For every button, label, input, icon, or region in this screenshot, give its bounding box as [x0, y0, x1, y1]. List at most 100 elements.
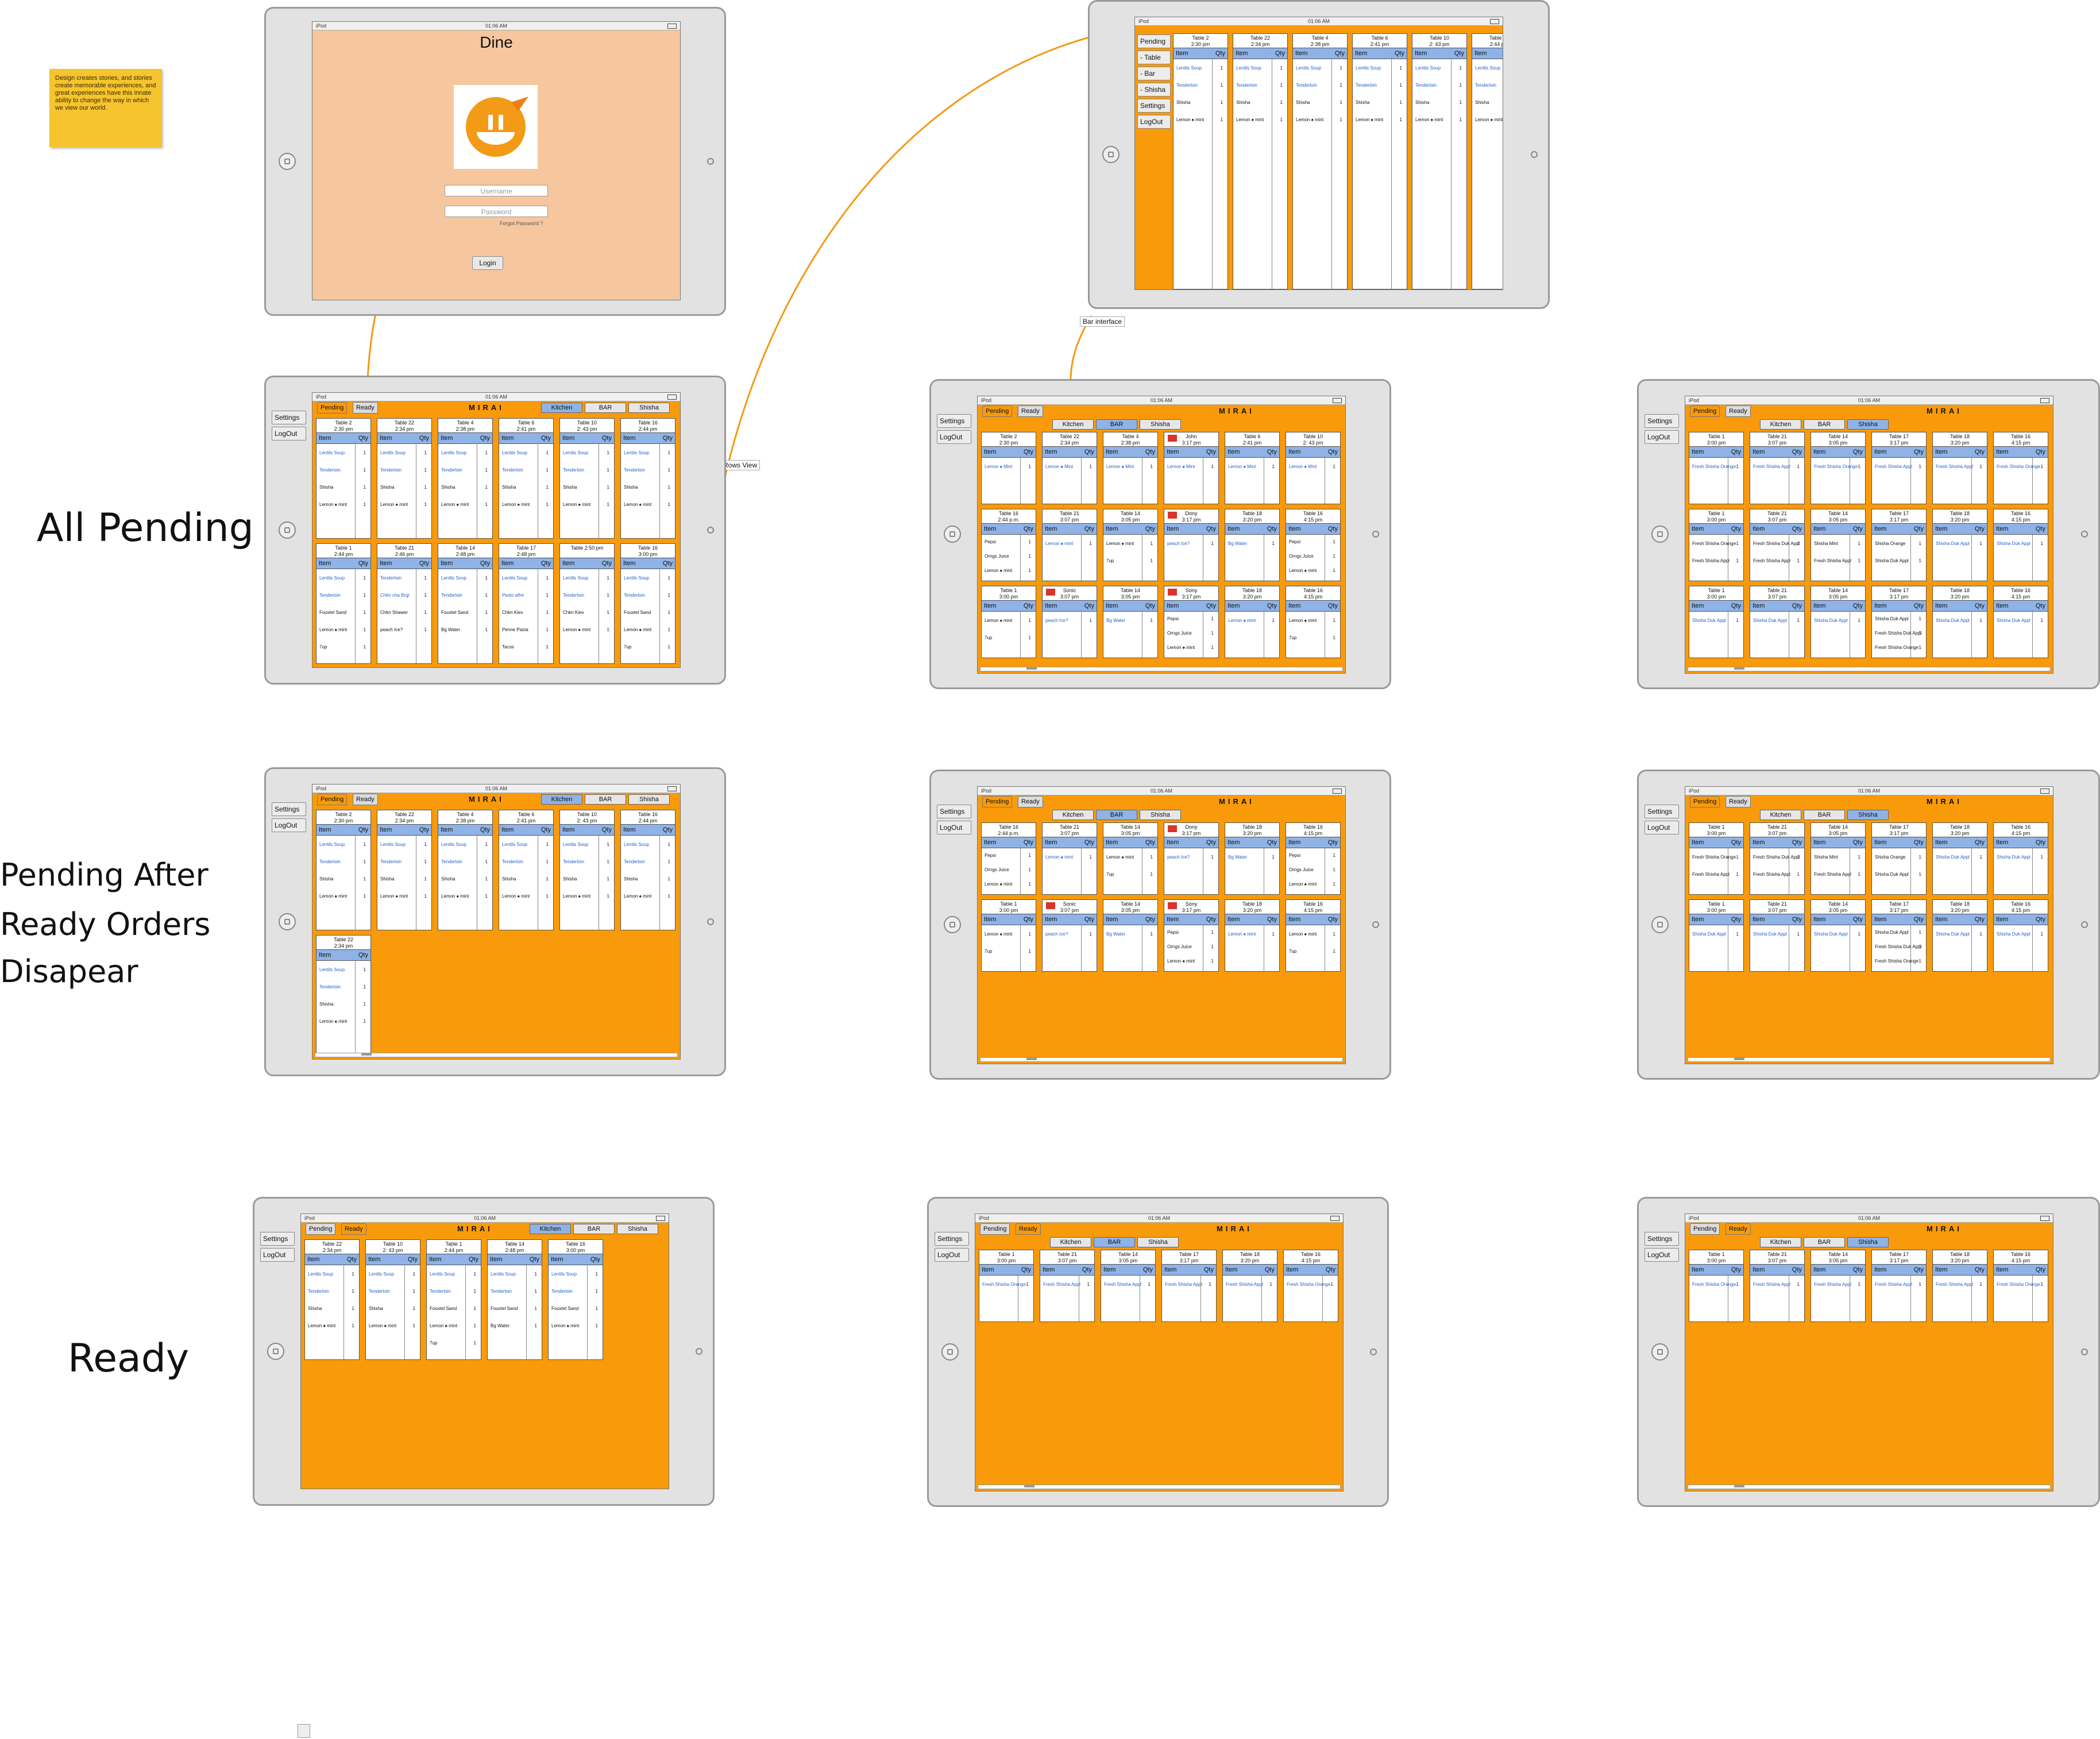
order-item-row[interactable]: Fresh Shisha Orange 1	[1994, 458, 2048, 475]
table-card[interactable]: Table 14 3:05 pm Item Qty Shisha Duk Appl 1	[1811, 586, 1866, 658]
table-card[interactable]: Table 4 2:38 pm Item Qty Lentils Soup 1 Tender…	[438, 810, 493, 930]
order-item-row[interactable]: 7up 1	[982, 942, 1036, 960]
filter-kitchen-button[interactable]: Kitchen	[1052, 810, 1094, 820]
order-item-row[interactable]: Lemon ♠ Mint 1	[1225, 458, 1279, 475]
table-card[interactable]: Table 16 4:15 pm Item Qty Lemon ♠ mint 1 7up 1	[1286, 899, 1341, 972]
tab-pending[interactable]: Pending	[1690, 1223, 1720, 1235]
order-item-row[interactable]: Tenderloin1	[549, 1282, 603, 1300]
order-item-row[interactable]: Lemon ♠ mint1	[1293, 111, 1347, 128]
order-item-row[interactable]: Shisha1	[1472, 94, 1503, 111]
order-item-row[interactable]: Pepsi 1	[1286, 535, 1340, 549]
table-card[interactable]: Table 14 3:05 pm Item Qty Bg Water 1	[1103, 586, 1158, 658]
order-item-row[interactable]: Shisha Duk Appl 1	[1811, 925, 1865, 942]
horizontal-scrollbar[interactable]	[978, 1485, 1341, 1489]
order-item-row[interactable]: Shisha Duk Appl 1	[1994, 612, 2048, 629]
table-card[interactable]: Table 1 3:00 pm Item Qty Fresh Shisha Orange…	[1689, 432, 1744, 504]
table-card[interactable]: Table 21 3:07 pm Item Qty Fresh Shisha Appl 1	[1750, 1250, 1805, 1322]
table-card[interactable]: Table 17 3:17 pm Item Qty Shisha Orange 1 Shis…	[1871, 509, 1927, 581]
order-item-row[interactable]: Fresh Shisha Duk Appl 1	[1872, 626, 1926, 640]
order-item-row[interactable]: Shisha Duk Appl 1	[1994, 925, 2048, 942]
order-item-row[interactable]: Fresh Shisha Duk Appl 1	[1750, 535, 1804, 552]
order-item-row[interactable]: 7up 1	[1286, 942, 1340, 960]
horizontal-scrollbar[interactable]	[1688, 667, 2051, 671]
home-button[interactable]	[941, 1343, 959, 1361]
order-item-row[interactable]: Tenderloin1	[1412, 76, 1466, 94]
order-item-row[interactable]: Fresh Shisha Appl 1	[1101, 1276, 1155, 1293]
order-item-row[interactable]: Fresh Shisha Appl 1	[1933, 458, 1987, 475]
table-card[interactable]: Table 14 3:05 pm Item Qty Shisha Mint 1 Fresh …	[1811, 509, 1866, 581]
table-card[interactable]: Table 1 3:00 pm Item Qty Fresh Shisha Orange…	[1689, 822, 1744, 895]
order-item-row[interactable]: Fresh Shisha Appl 1	[1933, 1276, 1987, 1293]
filter-shisha-button[interactable]: Shisha	[1140, 419, 1181, 430]
tab-pending[interactable]: Pending	[1690, 405, 1720, 417]
table-card[interactable]: Table 10 2: 43 pm Item Qty Lentils Soup 1 Tend…	[559, 810, 615, 930]
table-card[interactable]: Dony 3:17 pm Item Qty peach Ice? 1	[1164, 822, 1219, 895]
filter-kitchen-button[interactable]: Kitchen	[541, 794, 582, 805]
tab-pending[interactable]: Pending	[982, 796, 1013, 807]
table-card[interactable]: Table 16 4:15 pm Item Qty Shisha Duk Appl 1	[1993, 822, 2048, 895]
order-item-row[interactable]: Tacos 1	[499, 638, 553, 655]
filter-bar-button[interactable]: BAR	[573, 1224, 615, 1234]
order-item-row[interactable]: Fresh Shisha Orange 1	[1872, 954, 1926, 968]
table-card[interactable]: Table 17 3:17 pm Item Qty Fresh Shisha Appl 1	[1871, 1250, 1927, 1322]
home-button[interactable]	[1102, 146, 1120, 163]
horizontal-scrollbar[interactable]	[315, 1053, 678, 1057]
table-card[interactable]: Table 10 2: 43 pm Item Qty Lentils Soup 1 Tend…	[559, 418, 615, 539]
filter-kitchen-button[interactable]: Kitchen	[541, 403, 582, 413]
logout-button[interactable]: LogOut	[937, 430, 971, 444]
order-item-row[interactable]: Fresh Shisha Duk Appl 1	[1750, 848, 1804, 865]
order-item-row[interactable]: Fresh Shisha Appl 1	[1811, 1276, 1865, 1293]
order-item-row[interactable]: Shisha1	[621, 870, 675, 887]
home-button[interactable]	[1651, 1343, 1669, 1361]
filter-kitchen-button[interactable]: Kitchen	[530, 1224, 571, 1234]
table-card[interactable]: Table 16 4:15 pm Item Qty Pepsi 1 Orngs Juice 1…	[1286, 509, 1341, 581]
order-item-row[interactable]: Fresh Shisha Orange 1	[1689, 848, 1743, 865]
order-item-row[interactable]: Shisha1	[438, 870, 492, 887]
home-button[interactable]	[267, 1343, 284, 1360]
order-item-row[interactable]: Lemon ♠ mint1	[1225, 612, 1279, 629]
order-item-row[interactable]: Lemon ♠ Mint 1	[1164, 458, 1218, 475]
order-item-row[interactable]: Tenderloin1	[499, 853, 553, 870]
table-card[interactable]: Table 1 3:00 pm Item Qty Fresh Shisha Orange…	[1689, 509, 1744, 581]
table-card[interactable]: Table 2 2:30 pm Item Qty Lentils Soup 1 Tender…	[316, 418, 371, 539]
login-button[interactable]: Login	[472, 256, 503, 270]
filter-shisha-button[interactable]: Shisha	[617, 1224, 658, 1234]
table-card[interactable]: Table 2 2:30 pm Item Qty Lemon ♠ Mint 1	[981, 432, 1036, 504]
order-item-row[interactable]: Lemon ♠ mint1	[982, 925, 1036, 942]
order-item-row[interactable]: Lentils Soup1	[1233, 59, 1287, 76]
tab-pending[interactable]: Pending	[317, 402, 348, 414]
tab-ready[interactable]: Ready	[1018, 796, 1043, 807]
order-item-row[interactable]: Lentils Soup1	[427, 1265, 481, 1282]
order-item-row[interactable]: Shisha Duk Appl 1	[1689, 925, 1743, 942]
table-card[interactable]: Table 18 3:20 pm Item Qty Shisha Duk Appl 1	[1932, 822, 1987, 895]
table-card[interactable]: Table 16 4:15 pm Item Qty Pepsi 1 Orngs Juice 1…	[1286, 822, 1341, 895]
order-item-row[interactable]: Lemon ♠ mint1	[1472, 111, 1503, 128]
table-card[interactable]: Table 18 3:20 pm Item Qty Bg Water 1	[1225, 822, 1280, 895]
table-card[interactable]: Table 21 3:07 pm Item Qty Lemon ♠ mint 1	[1042, 509, 1097, 581]
forgot-password-link[interactable]: Forgot Password ?	[500, 221, 543, 226]
order-item-row[interactable]: Shisha Duk Appl 1	[1994, 535, 2048, 552]
order-item-row[interactable]: Pepsi 1	[982, 848, 1036, 863]
tab-ready[interactable]: Ready	[1725, 1223, 1751, 1235]
order-item-row[interactable]: Lentils Soup1	[438, 444, 492, 461]
order-item-row[interactable]: Tenderloin1	[1173, 76, 1227, 94]
table-card[interactable]: Table 22 2:34 pm Item Qty Lentils Soup 1 Tende…	[377, 810, 432, 930]
order-item-row[interactable]: Lemon ♠ mint1	[1286, 877, 1340, 891]
home-button[interactable]	[944, 525, 961, 543]
order-item-row[interactable]: Chkn Kiev 1	[560, 604, 614, 621]
table-card[interactable]: Table 18 3:20 pm Item Qty Shisha Duk Appl 1	[1932, 509, 1987, 581]
order-item-row[interactable]: Fresh Shisha Appl 1	[1162, 1276, 1216, 1293]
order-item-row[interactable]: Penne Pasta 1	[499, 621, 553, 638]
order-item-row[interactable]: Bg Water 1	[488, 1317, 542, 1334]
order-item-row[interactable]: peach Ice? 1	[1043, 925, 1097, 942]
table-card[interactable]: Table 21 3:07 pm Item Qty Fresh Shisha Appl 1	[1040, 1250, 1095, 1322]
logout-button[interactable]: LogOut	[935, 1248, 969, 1262]
settings-button[interactable]: Settings	[1645, 414, 1679, 428]
order-item-row[interactable]: Tenderloin1	[377, 853, 431, 870]
order-item-row[interactable]: Shisha Duk Appl 1	[1994, 848, 2048, 865]
order-item-row[interactable]: Pepsi 1	[1164, 925, 1218, 940]
order-item-row[interactable]: Lemon ♠ mint1	[1286, 612, 1340, 629]
order-item-row[interactable]: Shisha Duk Appl 1	[1750, 925, 1804, 942]
logout-button[interactable]: LogOut	[260, 1248, 295, 1262]
order-item-row[interactable]: Fresh Shisha Orange 1	[1689, 458, 1743, 475]
